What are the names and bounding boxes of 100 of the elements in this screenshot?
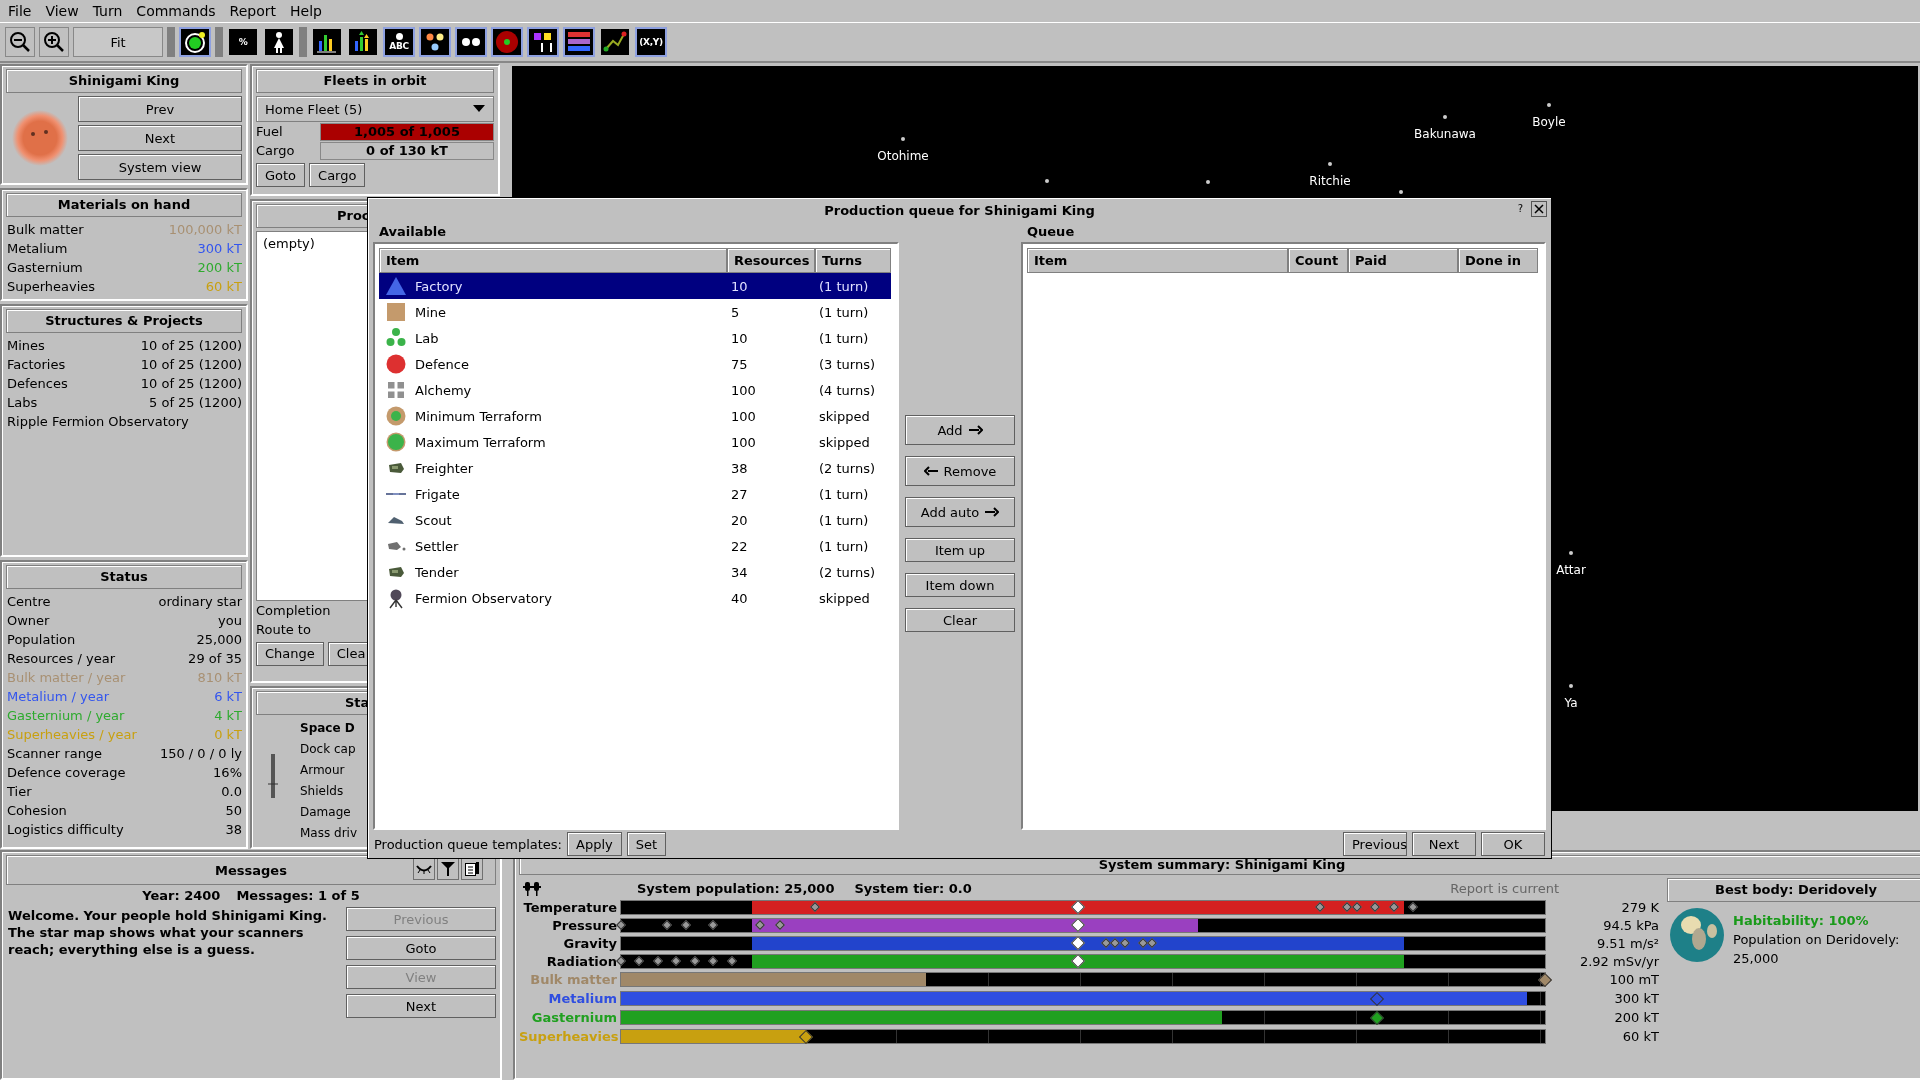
status-label: Metalium / year (7, 688, 110, 706)
status-value: 150 / 0 / 0 ly (159, 745, 242, 763)
status-label: Cohesion (7, 802, 67, 820)
material-label: Bulk matter (7, 221, 84, 239)
structure-label: Defences (7, 375, 68, 393)
environment-reading: 9.51 m/s² (1595, 935, 1659, 951)
item-name: Lab (415, 330, 439, 346)
item-turns: (1 turn) (818, 486, 870, 502)
item-name: Maximum Terraform (415, 434, 546, 450)
status-label: Resources / year (7, 650, 116, 668)
message-text: Welcome. Your people hold Shinigami King. The star map shows what your scanners reach; everything else is a guess. (8, 907, 328, 959)
panel-title: Best body: Deridovely (1667, 878, 1920, 902)
star-name: Otohime (877, 149, 929, 163)
fuel-value: 1,005 of 1,005 (353, 123, 461, 140)
structure-value: 10 of 25 (1200) (140, 375, 242, 393)
material-value: 200 kT (197, 259, 242, 277)
status-value: 6 kT (214, 688, 242, 706)
item-turns: (1 turn) (818, 538, 870, 554)
item-name: Minimum Terraform (415, 408, 542, 424)
panel-title: Fleets in orbit (256, 69, 494, 93)
dialog-title: Production queue for Shinigami King (824, 202, 1095, 218)
structure-label: Ripple Fermion Observatory (7, 413, 189, 431)
status-label: Centre (7, 593, 51, 611)
item-resources: 20 (730, 512, 749, 528)
item-resources: 22 (730, 538, 749, 554)
item-name: Defence (415, 356, 469, 372)
material-label: Metalium (7, 240, 68, 258)
item-resources: 10 (730, 278, 749, 294)
environment-label: Gravity (562, 935, 617, 951)
environment-reading: 2.92 mSv/yr (1578, 953, 1659, 969)
item-turns: (4 turns) (818, 382, 876, 398)
status-label: Bulk matter / year (7, 669, 126, 687)
item-turns: skipped (818, 434, 871, 450)
mineral-label: Metalium (547, 991, 617, 1006)
structure-value: 10 of 25 (1200) (140, 356, 242, 374)
status-label: Superheavies / year (7, 726, 137, 744)
status-label: Scanner range (7, 745, 103, 763)
item-name: Scout (415, 512, 452, 528)
status-value: 50 (225, 802, 242, 820)
status-label: Gasternium / year (7, 707, 125, 725)
status-value: 16% (213, 764, 242, 782)
status-value: 25,000 (196, 631, 242, 649)
item-resources: 38 (730, 460, 749, 476)
item-turns: (1 turn) (818, 304, 870, 320)
material-value: 100,000 kT (168, 221, 242, 239)
item-resources: 10 (730, 330, 749, 346)
star-name: Ritchie (1309, 174, 1351, 188)
structure-label: Labs (7, 394, 38, 412)
cargo-label: Cargo (256, 143, 296, 158)
status-label: Logistics difficulty (7, 821, 124, 839)
item-turns: (2 turns) (818, 460, 876, 476)
environment-label: Radiation (545, 953, 617, 969)
mineral-label: Superheavies (519, 1029, 617, 1044)
item-resources: 100 (730, 434, 757, 450)
panel-title: Structures & Projects (6, 309, 242, 333)
status-label: Tier (7, 783, 32, 801)
report-status: Report is current (1450, 880, 1559, 896)
status-value: 29 of 35 (188, 650, 242, 668)
fuel-label: Fuel (256, 124, 284, 139)
item-resources: 100 (730, 408, 757, 424)
material-value: 300 kT (197, 240, 242, 258)
structure-label: Factories (7, 356, 66, 374)
material-label: Gasternium (7, 259, 83, 277)
item-name: Alchemy (415, 382, 472, 398)
mineral-reading: 60 kT (1621, 1029, 1659, 1044)
status-value: you (218, 612, 242, 630)
status-value: 810 kT (197, 669, 242, 687)
status-label: Population (7, 631, 76, 649)
star-name: Boyle (1532, 115, 1566, 129)
list-item: (empty) (263, 235, 315, 251)
item-name: Freighter (415, 460, 474, 476)
templates-label: Production queue templates: (374, 836, 562, 852)
item-resources: 75 (730, 356, 749, 372)
environment-reading: 279 K (1620, 899, 1659, 915)
starbase-stat-label: Dock cap (300, 741, 357, 758)
starbase-name: Space D (300, 720, 356, 737)
item-name: Tender (415, 564, 459, 580)
status-value: 0 kT (214, 726, 242, 744)
panel-title: Messages (215, 862, 287, 878)
status-label: Owner (7, 612, 50, 630)
mineral-reading: 100 mT (1608, 972, 1659, 987)
item-resources: 100 (730, 382, 757, 398)
starbase-stat-label: Armour (300, 762, 346, 779)
item-name: Factory (415, 278, 463, 294)
material-value: 60 kT (205, 278, 242, 296)
item-turns: (3 turns) (818, 356, 876, 372)
item-resources: 27 (730, 486, 749, 502)
completion-label: Completion (256, 601, 332, 620)
mineral-reading: 200 kT (1613, 1010, 1659, 1025)
status-value: 38 (225, 821, 242, 839)
item-turns: skipped (818, 408, 871, 424)
item-resources: 5 (730, 304, 741, 320)
mineral-label: Bulk matter (529, 972, 617, 987)
route-label: Route to (256, 620, 312, 639)
status-value: ordinary star (158, 593, 242, 611)
panel-title: Shinigami King (6, 69, 242, 93)
status-value: 0.0 (221, 783, 242, 801)
mineral-reading: 300 kT (1613, 991, 1659, 1006)
panel-title: Materials on hand (6, 193, 242, 217)
item-name: Settler (415, 538, 459, 554)
